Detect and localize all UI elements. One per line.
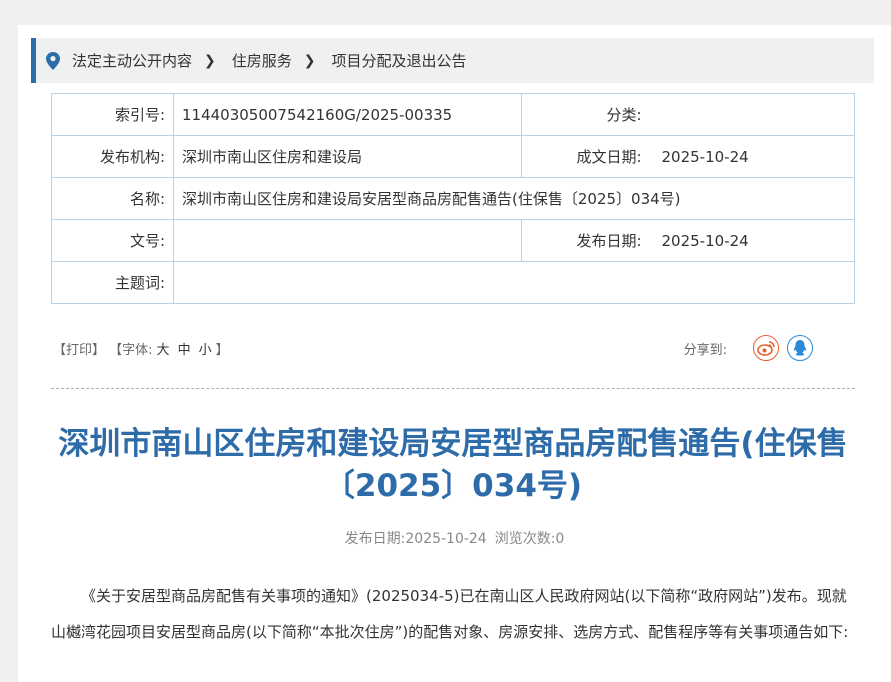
article-paragraph: 《关于安居型商品房配售有关事项的通知》(2025034-5)已在南山区人民政府网…: [51, 587, 849, 641]
publisher-value: 深圳市南山区住房和建设局: [173, 135, 522, 178]
article-toolbar: 【打印】 【字体: 大中小】 分享到:: [53, 335, 853, 361]
publish-date-value: 2025-10-24: [651, 219, 855, 262]
qq-share-button[interactable]: [787, 335, 813, 361]
table-row: 发布机构: 深圳市南山区住房和建设局 成文日期: 2025-10-24: [51, 135, 855, 178]
font-size-prefix: 【字体:: [109, 343, 153, 358]
qq-icon: [793, 340, 807, 356]
share-label: 分享到:: [683, 342, 727, 358]
divider: [51, 388, 855, 389]
doc-no-label: 文号:: [51, 219, 174, 262]
category-label: 分类:: [521, 93, 652, 136]
views-info: 浏览次数:0: [494, 531, 565, 547]
print-button[interactable]: 【打印】: [53, 343, 105, 358]
written-date-label: 成文日期:: [521, 135, 652, 178]
article-title: 深圳市南山区住房和建设局安居型商品房配售通告(住保售〔2025〕034号): [58, 426, 848, 504]
location-pin-icon: [46, 51, 60, 70]
toolbar-left: 【打印】 【字体: 大中小】: [53, 339, 229, 358]
table-row: 索引号: 11440305007542160G/2025-00335 分类:: [51, 93, 855, 136]
breadcrumb-item-housing-service[interactable]: 住房服务: [232, 50, 292, 71]
breadcrumb-item-allocation-notice[interactable]: 项目分配及退出公告: [332, 50, 467, 71]
index-value: 11440305007542160G/2025-00335: [173, 93, 522, 136]
metadata-table: 索引号: 11440305007542160G/2025-00335 分类: 发…: [51, 93, 855, 304]
font-medium-button[interactable]: 中: [178, 343, 191, 358]
publish-info: 发布日期:2025-10-24: [344, 531, 487, 547]
page-container: 法定主动公开内容 ❯ 住房服务 ❯ 项目分配及退出公告 索引号: 1144030…: [18, 25, 891, 682]
table-row: 文号: 发布日期: 2025-10-24: [51, 219, 855, 262]
breadcrumb: 法定主动公开内容 ❯ 住房服务 ❯ 项目分配及退出公告: [31, 38, 874, 83]
font-small-button[interactable]: 小: [199, 343, 212, 358]
name-label: 名称:: [51, 177, 174, 220]
written-date-value: 2025-10-24: [651, 135, 855, 178]
publisher-label: 发布机构:: [51, 135, 174, 178]
chevron-right-icon: ❯: [303, 52, 316, 69]
font-large-button[interactable]: 大: [157, 343, 170, 358]
keywords-label: 主题词:: [51, 261, 174, 304]
share-area: 分享到:: [684, 335, 813, 361]
table-row: 主题词:: [51, 261, 855, 304]
category-value: [651, 93, 855, 136]
font-size-suffix: 】: [215, 343, 229, 358]
index-label: 索引号:: [51, 93, 174, 136]
publish-date-label: 发布日期:: [521, 219, 652, 262]
doc-no-value: [173, 219, 522, 262]
keywords-value: [173, 261, 855, 304]
article-subinfo: 发布日期:2025-10-24 浏览次数:0: [18, 528, 891, 548]
chevron-right-icon: ❯: [204, 52, 216, 69]
weibo-share-button[interactable]: [753, 335, 779, 361]
name-value: 深圳市南山区住房和建设局安居型商品房配售通告(住保售〔2025〕034号): [173, 177, 855, 220]
weibo-icon: [757, 341, 775, 356]
font-size-controls: 【字体: 大中小】: [109, 343, 228, 358]
table-row: 名称: 深圳市南山区住房和建设局安居型商品房配售通告(住保售〔2025〕034号…: [51, 177, 855, 220]
breadcrumb-item-public-content[interactable]: 法定主动公开内容: [72, 50, 192, 71]
